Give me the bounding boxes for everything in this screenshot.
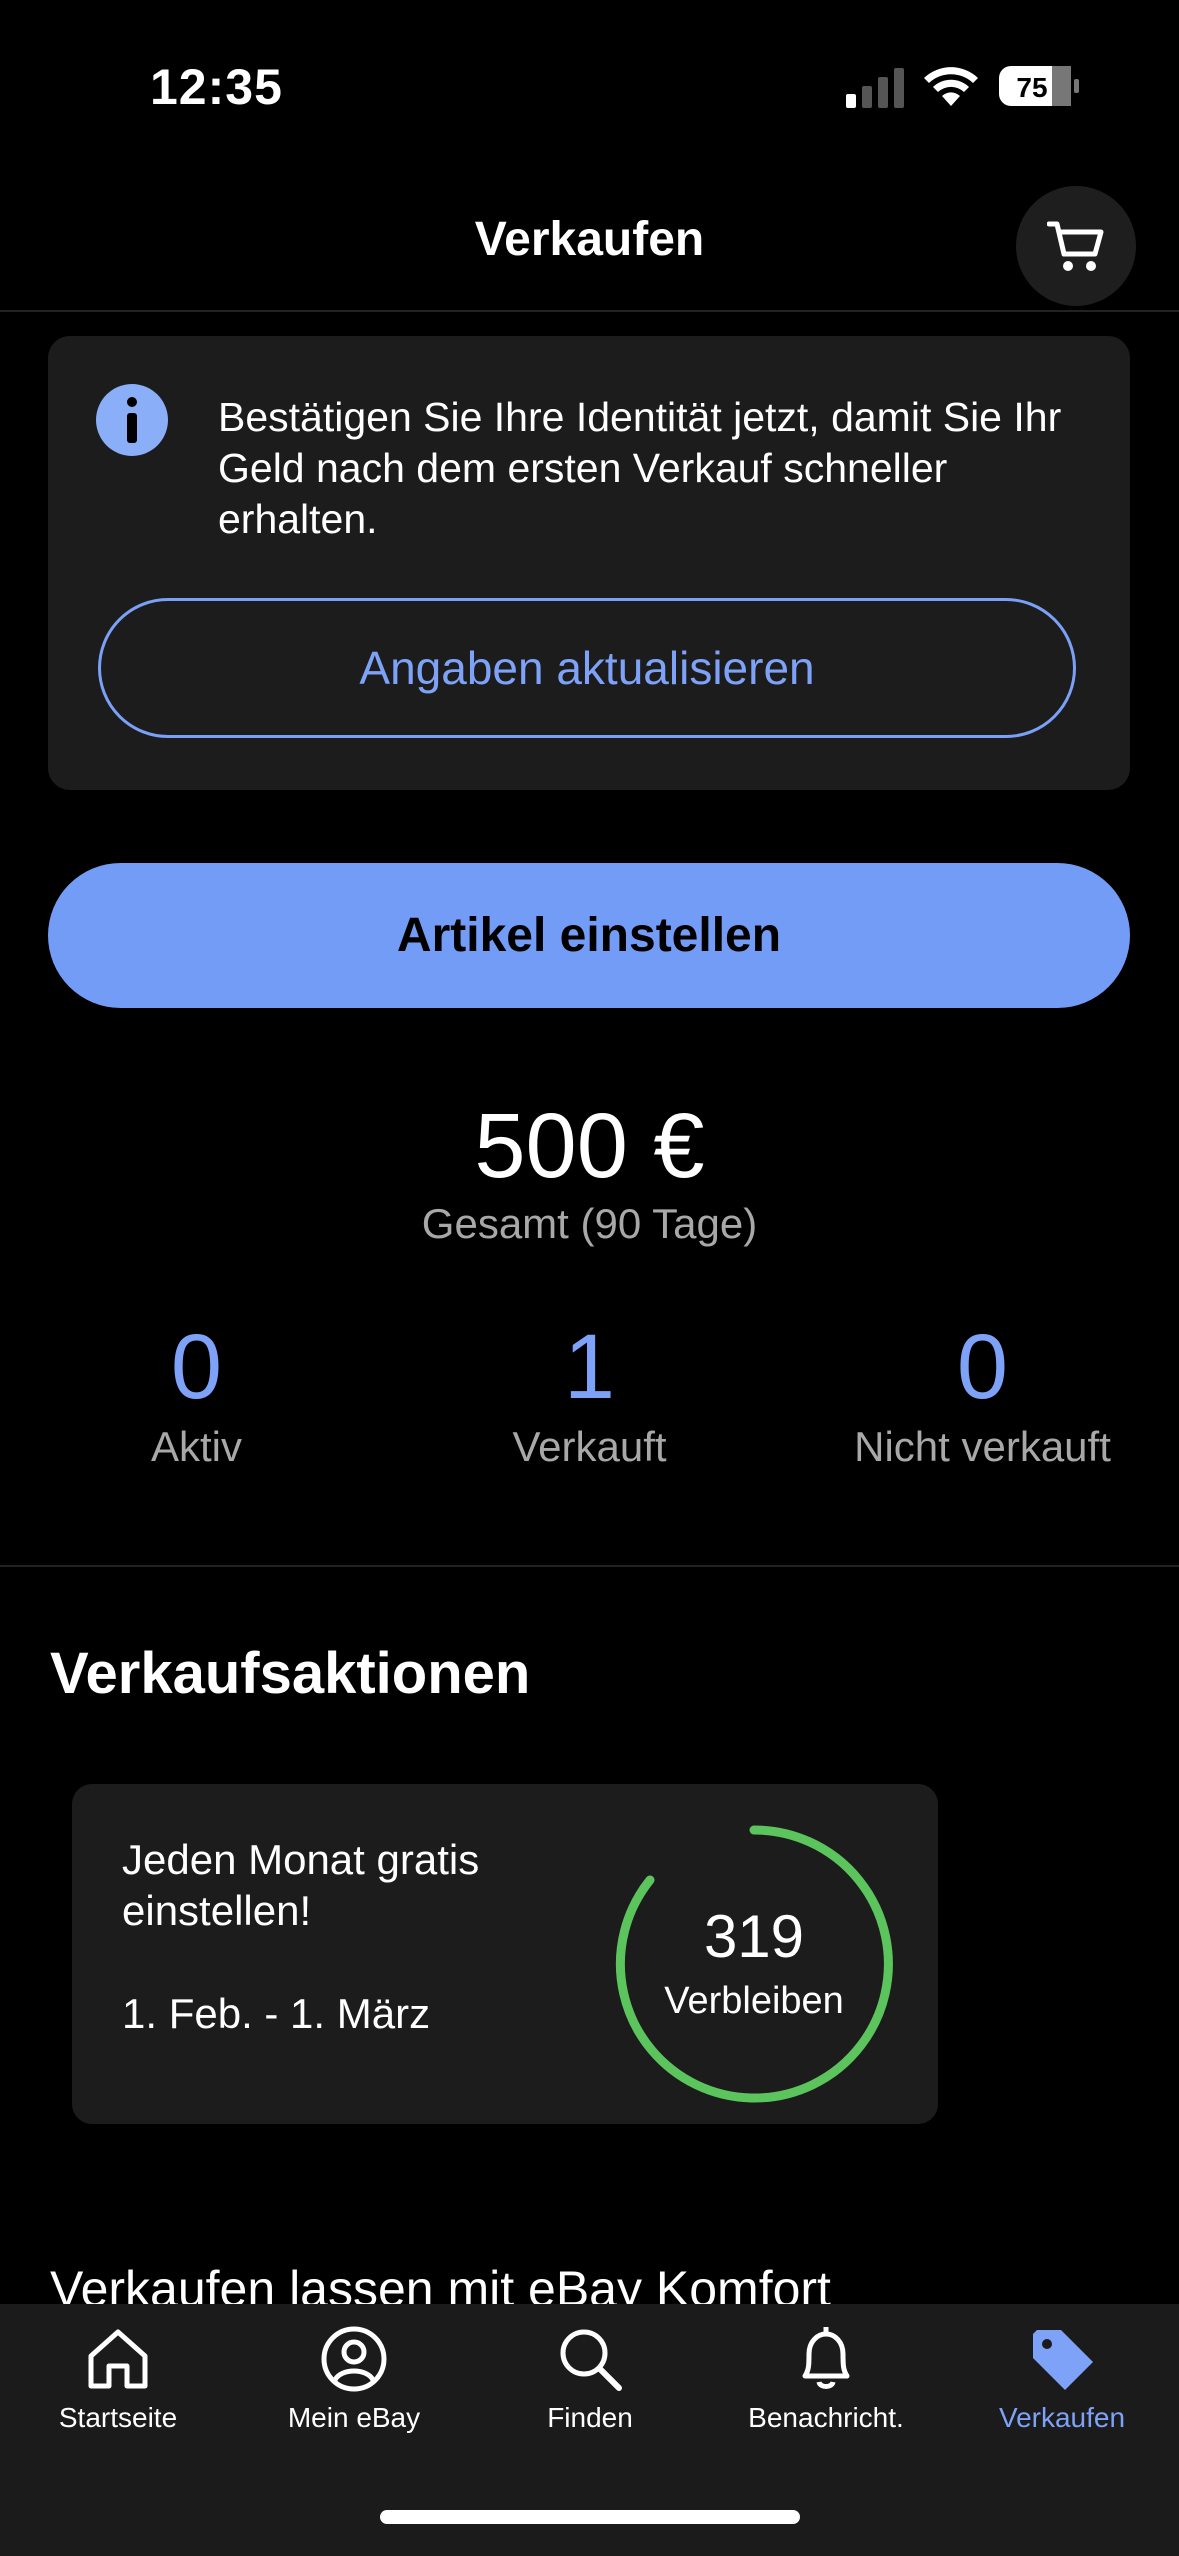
section-divider: [0, 1565, 1179, 1567]
promotions-title: Verkaufsaktionen: [50, 1641, 531, 1706]
page-title: Verkaufen: [474, 213, 705, 266]
tab-my-ebay[interactable]: Mein eBay: [236, 2304, 472, 2464]
status-time: 12:35: [150, 59, 283, 115]
remaining-label: Verbleiben: [664, 1980, 844, 2022]
tab-search[interactable]: Finden: [472, 2304, 708, 2464]
top-bar: Verkaufen: [0, 170, 1179, 312]
cart-icon: [1047, 221, 1104, 271]
tab-home[interactable]: Startseite: [0, 2304, 236, 2464]
bell-icon: [802, 2327, 850, 2389]
total-amount: 500 €: [474, 1095, 705, 1197]
battery-icon: 75: [999, 66, 1079, 106]
profile-icon: [321, 2326, 387, 2392]
promotion-card[interactable]: Jeden Monat gratis einstellen! 1. Feb. -…: [72, 1784, 938, 2124]
status-bar: 12:35 75: [0, 0, 1179, 170]
home-icon: [88, 2329, 148, 2389]
stat-unsold[interactable]: 0 Nicht verkauft: [786, 1312, 1179, 1472]
stat-label: Nicht verkauft: [854, 1423, 1111, 1470]
battery-level: 75: [1016, 72, 1047, 103]
cellular-signal-icon: [846, 68, 904, 108]
info-icon: [96, 384, 168, 456]
tab-notifications[interactable]: Benachricht.: [708, 2304, 944, 2464]
tab-sell[interactable]: Verkaufen: [944, 2304, 1179, 2464]
remaining-count: 319: [703, 1903, 805, 1970]
total-label: Gesamt (90 Tage): [421, 1200, 758, 1247]
tag-icon: [1033, 2330, 1093, 2390]
stat-active[interactable]: 0 Aktiv: [0, 1312, 393, 1472]
wifi-icon: [924, 67, 978, 106]
tab-label: Benachricht.: [748, 2402, 904, 2433]
search-icon: [560, 2329, 622, 2391]
promotion-title: Jeden Monat gratis einstellen!: [122, 1836, 480, 1934]
stat-sold[interactable]: 1 Verkauft: [393, 1312, 786, 1472]
promotion-date-range: 1. Feb. - 1. März: [122, 1990, 431, 2037]
stat-label: Verkauft: [512, 1423, 667, 1470]
stat-value: 0: [170, 1316, 223, 1418]
stat-label: Aktiv: [150, 1423, 242, 1470]
remaining-ring: 319 Verbleiben: [612, 1822, 896, 2106]
home-indicator: [380, 2510, 800, 2524]
info-message: Bestätigen Sie Ihre Identität jetzt, dam…: [218, 394, 1062, 542]
sales-stats: 0 Aktiv 1 Verkauft 0 Nicht verkauft: [0, 1312, 1179, 1482]
sell-screen: 12:35 75 Verkaufen Bestätigen Sie Ihre I…: [0, 0, 1179, 2556]
tab-label: Startseite: [58, 2402, 178, 2433]
list-item-button[interactable]: Artikel einstellen: [48, 863, 1130, 1008]
stat-value: 0: [956, 1316, 1009, 1418]
tab-label: Finden: [547, 2402, 633, 2433]
cart-button[interactable]: [1016, 186, 1136, 306]
update-details-button[interactable]: Angaben aktualisieren: [98, 598, 1076, 738]
identity-info-card: Bestätigen Sie Ihre Identität jetzt, dam…: [48, 336, 1130, 790]
tab-label: Verkaufen: [998, 2402, 1126, 2433]
stat-value: 1: [563, 1316, 616, 1418]
tab-label: Mein eBay: [287, 2402, 421, 2433]
